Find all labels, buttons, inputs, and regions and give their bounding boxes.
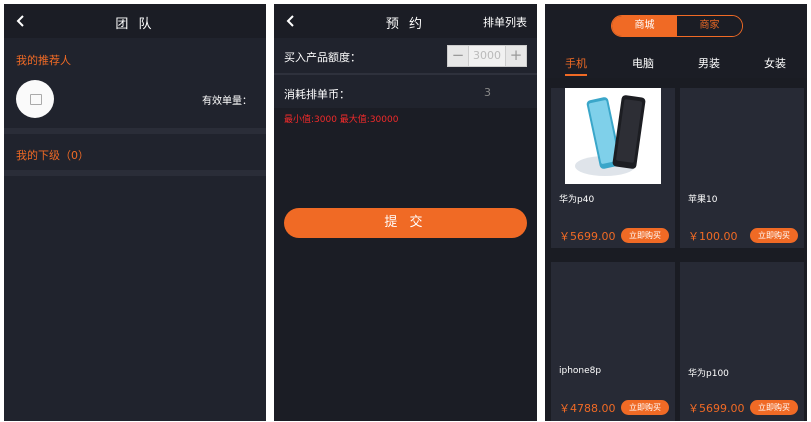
product-name: iphone8p bbox=[559, 366, 602, 376]
product-card[interactable]: 华为p100 ￥5699.00 立即购买 bbox=[680, 262, 804, 421]
page-title: 团 队 bbox=[115, 17, 155, 32]
subordinates-section-title[interactable]: 我的下级（0） bbox=[16, 147, 89, 163]
row-divider bbox=[274, 73, 537, 75]
product-name: 苹果10 bbox=[688, 195, 718, 205]
segment-mall[interactable]: 商城 bbox=[612, 16, 677, 36]
amount-label: 买入产品额度： bbox=[284, 51, 361, 64]
section-divider bbox=[4, 128, 266, 134]
buy-now-button[interactable]: 立即购买 bbox=[621, 400, 669, 415]
product-price: ￥5699.00 bbox=[559, 230, 616, 243]
amount-stepper: − 3000 + bbox=[447, 45, 527, 67]
product-name: 华为p100 bbox=[688, 369, 729, 379]
referrer-section-title: 我的推荐人 bbox=[16, 54, 71, 67]
reserve-screen: 预 约 排单列表 买入产品额度： − 3000 + 消耗排单币： 3 最小值:3… bbox=[274, 4, 537, 421]
segment-merchant[interactable]: 商家 bbox=[677, 16, 742, 36]
shop-screen: 商城 商家 手机 电脑 男装 女装 华为p40 ￥5699.00 立即购买 苹果… bbox=[545, 4, 807, 421]
product-price: ￥4788.00 bbox=[559, 402, 616, 415]
tab-computer[interactable]: 电脑 bbox=[632, 55, 654, 71]
section-divider bbox=[4, 170, 266, 176]
product-card[interactable]: iphone8p ￥4788.00 立即购买 bbox=[551, 262, 675, 421]
tab-menswear[interactable]: 男装 bbox=[698, 55, 720, 71]
valid-orders-label: 有效单量： bbox=[202, 96, 252, 107]
product-price: ￥5699.00 bbox=[688, 402, 745, 415]
buy-now-button[interactable]: 立即购买 bbox=[750, 400, 798, 415]
segment-control: 商城 商家 bbox=[611, 15, 743, 37]
product-card[interactable]: 华为p40 ￥5699.00 立即购买 bbox=[551, 88, 675, 248]
buy-now-button[interactable]: 立即购买 bbox=[750, 228, 798, 243]
product-name: 华为p40 bbox=[559, 195, 595, 205]
category-tabs: 手机 电脑 男装 女装 bbox=[545, 46, 807, 78]
tab-phone[interactable]: 手机 bbox=[565, 55, 587, 71]
team-navbar: 团 队 bbox=[4, 4, 266, 38]
queue-list-link[interactable]: 排单列表 bbox=[483, 14, 527, 30]
buy-now-button[interactable]: 立即购买 bbox=[621, 228, 669, 243]
range-hint: 最小值:3000 最大值:30000 bbox=[284, 115, 399, 125]
avatar bbox=[16, 80, 54, 118]
amount-input[interactable]: 3000 bbox=[469, 45, 505, 67]
decrement-button[interactable]: − bbox=[447, 45, 469, 67]
image-placeholder-icon bbox=[30, 94, 42, 105]
submit-button[interactable]: 提 交 bbox=[284, 208, 527, 238]
shop-navbar: 商城 商家 bbox=[545, 4, 807, 46]
product-image bbox=[565, 88, 661, 184]
product-card[interactable]: 苹果10 ￥100.00 立即购买 bbox=[680, 88, 804, 248]
tab-womenswear[interactable]: 女装 bbox=[764, 55, 786, 71]
consume-label: 消耗排单币： bbox=[284, 88, 350, 101]
team-screen: 团 队 我的推荐人 有效单量： 我的下级（0） bbox=[4, 4, 266, 421]
product-grid: 华为p40 ￥5699.00 立即购买 苹果10 ￥100.00 立即购买 ip… bbox=[545, 78, 807, 421]
reserve-navbar: 预 约 排单列表 bbox=[274, 4, 537, 38]
product-price: ￥100.00 bbox=[688, 230, 738, 243]
consume-value: 3 bbox=[484, 86, 491, 99]
active-tab-indicator bbox=[565, 74, 587, 76]
increment-button[interactable]: + bbox=[505, 45, 527, 67]
reserve-lower-panel bbox=[274, 108, 537, 421]
